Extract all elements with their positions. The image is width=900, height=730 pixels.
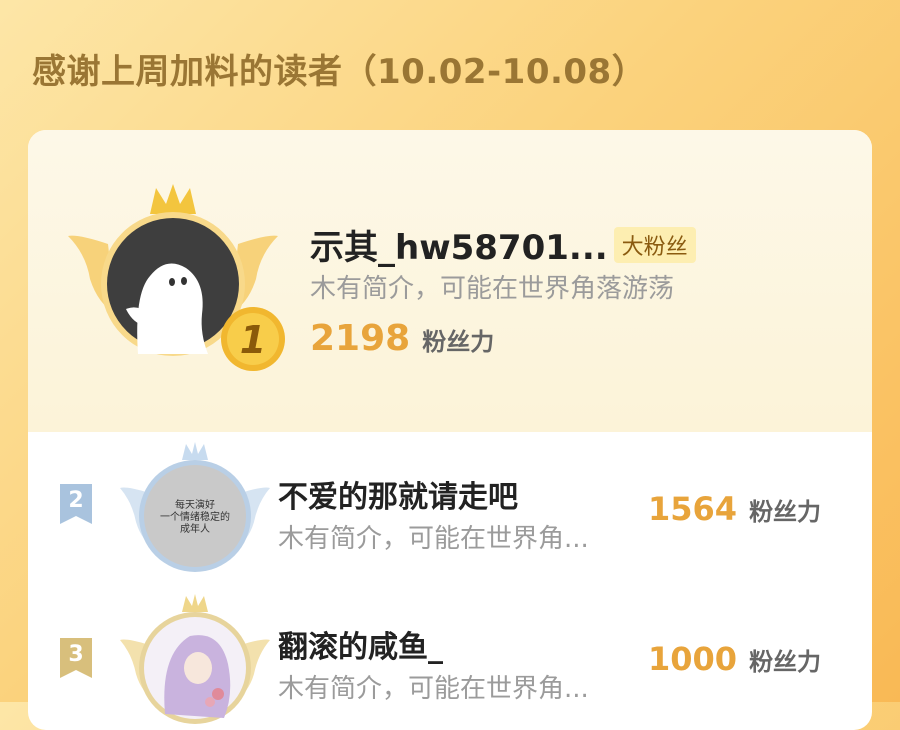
- top-reader-section: 1 示其_hw58701... 大粉丝 木有简介，可能在世界角落游荡 2198 …: [28, 130, 872, 432]
- top-reader-avatar[interactable]: 1: [68, 184, 285, 371]
- rank-number: 3: [68, 642, 84, 667]
- rank-number-1: 1: [239, 318, 267, 362]
- reader-bio: 木有简介，可能在世界角...: [278, 674, 589, 704]
- score-value: 1564: [648, 490, 738, 528]
- reader-score: 1000 粉丝力: [648, 640, 821, 678]
- list-item[interactable]: 2 每天演好 一个情绪稳定的 成年人 不爱的那就请走吧 木有简介，可能在世界角.…: [28, 432, 872, 582]
- reader-avatar[interactable]: [120, 594, 270, 730]
- fan-level-badge: 大粉丝: [613, 226, 696, 263]
- avatar-handwriting-text: 每天演好 一个情绪稳定的 成年人: [160, 500, 230, 535]
- list-item[interactable]: 3 翻滚的咸鱼_ 木有简介，可能在世界角... 1000 粉丝力: [28, 582, 872, 730]
- top-reader-name[interactable]: 示其_hw58701...: [310, 220, 608, 269]
- reader-avatar[interactable]: 每天演好 一个情绪稳定的 成年人: [120, 442, 270, 582]
- top-reader-name-row: 示其_hw58701... 大粉丝: [310, 220, 696, 269]
- score-value: 2198: [310, 318, 411, 359]
- reader-bio: 木有简介，可能在世界角...: [278, 524, 589, 554]
- top-reader-bio: 木有简介，可能在世界角落游荡: [310, 274, 675, 304]
- page-title: 感谢上周加料的读者（10.02-10.08）: [32, 52, 647, 92]
- leaderboard-card: 1 示其_hw58701... 大粉丝 木有简介，可能在世界角落游荡 2198 …: [28, 130, 872, 730]
- score-unit: 粉丝力: [422, 328, 495, 356]
- reader-name[interactable]: 翻滚的咸鱼_: [278, 622, 443, 666]
- rank-badge-3: 3: [60, 638, 92, 678]
- score-value: 1000: [648, 640, 738, 678]
- rank-badge-2: 2: [60, 484, 92, 524]
- reader-score: 1564 粉丝力: [648, 490, 821, 528]
- top-reader-score: 2198 粉丝力: [310, 318, 494, 359]
- score-unit: 粉丝力: [749, 648, 822, 676]
- reader-name[interactable]: 不爱的那就请走吧: [278, 472, 518, 516]
- illustrated-girl-avatar-icon: [120, 594, 270, 724]
- score-unit: 粉丝力: [749, 498, 822, 526]
- rank-number: 2: [68, 488, 84, 513]
